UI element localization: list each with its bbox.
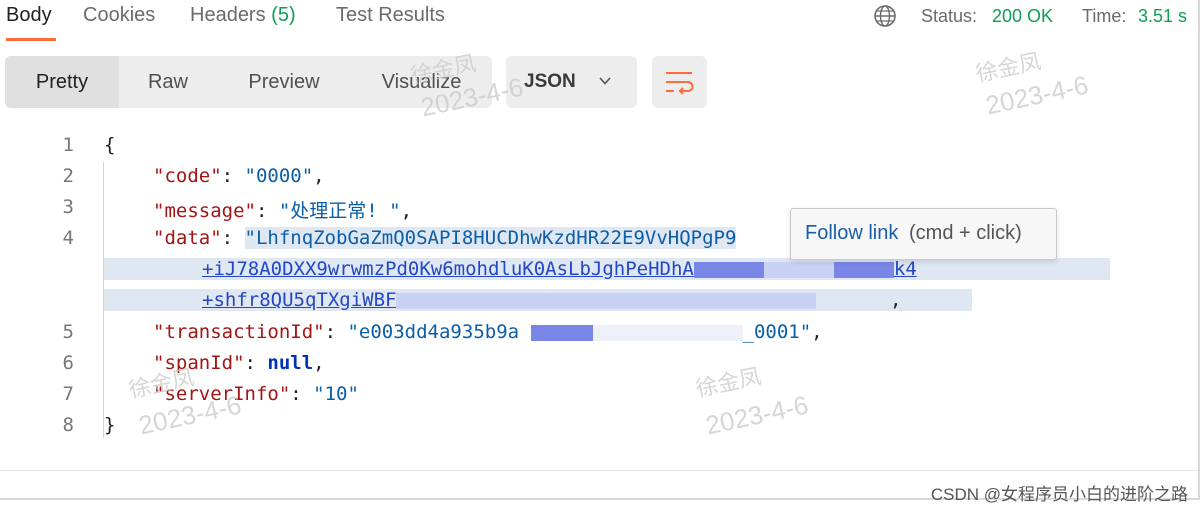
json-key: "message" [153,200,256,222]
chevron-down-icon [599,77,611,85]
json-open-brace: { [104,134,116,156]
json-value: "10" [313,383,359,405]
json-comma: , [890,289,902,311]
view-raw-button[interactable]: Raw [119,56,217,108]
json-link-value[interactable]: k4 [894,258,917,280]
redacted-block [763,261,834,278]
redacted-block [833,261,894,278]
divider [0,470,1198,471]
json-line-data: "data": "LhfnqZobGaZmQ0SAPI8HUCDhwKzdHR2… [153,227,737,249]
redacted-block [530,324,593,341]
json-close-brace: } [104,414,116,436]
redacted-block [693,261,764,278]
tab-cookies[interactable]: Cookies [83,4,155,27]
redacted-block [592,324,743,341]
tab-headers-label: Headers [190,4,266,26]
json-value: "处理正常! " [278,200,401,222]
json-line-data-continued[interactable]: +iJ78A0DXX9wrwmzPd0Kw6mohdluK0AsLbJghPeH… [104,258,1110,280]
json-line-server-info: "serverInfo": "10" [153,383,359,405]
source-credit: CSDN @女程序员小白的进阶之路 [930,485,1188,504]
globe-icon[interactable] [873,4,897,28]
json-link-value[interactable]: +shfr8QU5qTXgiWBF [202,289,396,311]
wrap-lines-icon [666,72,694,95]
json-key: "transactionId" [153,321,325,343]
active-tab-indicator [6,38,56,41]
line-number: 3 [62,196,74,218]
view-mode-segmented-control: Pretty Raw Preview Visualize [5,56,492,108]
redacted-block [396,292,817,309]
json-value: _0001" [742,321,812,343]
time-value[interactable]: 3.51 s [1138,6,1187,27]
view-pretty-button[interactable]: Pretty [5,56,119,108]
format-select-value: JSON [524,71,576,92]
json-line-message: "message": "处理正常! ", [153,200,413,222]
status-label: Status: [921,6,978,26]
json-line-span-id: "spanId": null, [153,352,325,374]
time-label: Time: [1082,6,1127,26]
format-select[interactable]: JSON [506,56,637,108]
tab-headers[interactable]: Headers (5) [190,4,296,27]
line-number: 1 [62,134,74,156]
line-number: 6 [62,352,74,374]
json-line-data-continued[interactable]: +shfr8QU5qTXgiWBF [104,289,972,311]
json-link-value[interactable]: "LhfnqZobGaZmQ0SAPI8HUCDhwKzdHR22E9VvHQP… [244,227,737,249]
json-link-value[interactable]: +iJ78A0DXX9wrwmzPd0Kw6mohdluK0AsLbJghPeH… [202,258,694,280]
headers-count-badge: (5) [271,4,296,26]
view-preview-button[interactable]: Preview [217,56,351,108]
tab-body[interactable]: Body [6,4,52,27]
json-line-transaction-id: "transactionId": "e003dd4a935b9a _0001", [153,321,823,343]
json-value: "0000" [244,165,314,187]
view-visualize-button[interactable]: Visualize [351,56,492,108]
json-value: "e003dd4a935b9a [347,321,520,343]
response-tabs: Body Cookies Headers (5) Test Results St… [0,0,1202,44]
line-number: 4 [62,227,74,249]
json-key: "data" [153,227,222,249]
tooltip-link-text[interactable]: Follow link [805,222,898,245]
follow-link-tooltip: Follow link (cmd + click) [790,208,1057,260]
json-key: "spanId" [153,352,245,374]
wrap-lines-button[interactable] [652,56,707,108]
json-value: null [267,352,314,374]
line-number: 2 [62,165,74,187]
status-value[interactable]: 200 OK [992,6,1053,27]
json-key: "serverInfo" [153,383,291,405]
tooltip-hint: (cmd + click) [909,222,1022,244]
tab-test-results[interactable]: Test Results [336,4,445,27]
json-line-code: "code": "0000", [153,165,325,187]
json-key: "code" [153,165,222,187]
line-number: 5 [62,321,74,343]
line-number: 7 [62,383,74,405]
line-number: 8 [62,414,74,436]
